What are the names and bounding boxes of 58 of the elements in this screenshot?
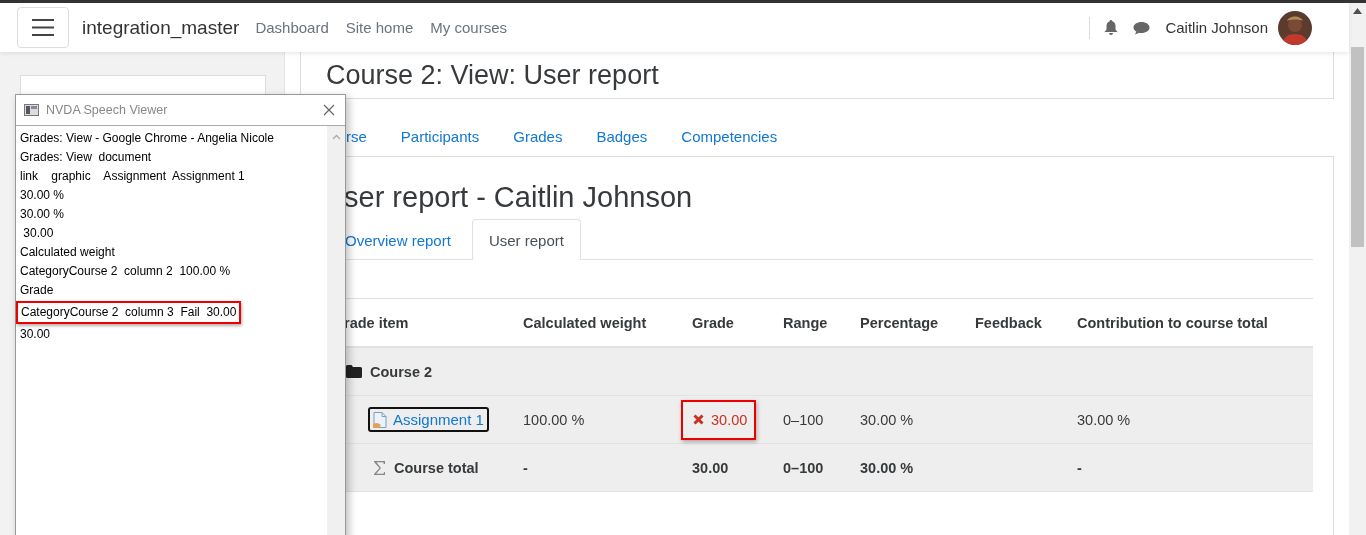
page-title: Course 2: View: User report (326, 59, 659, 91)
speech-line: 30.00 % (19, 206, 66, 223)
assignment-link[interactable]: Assignment 1 (368, 407, 489, 432)
column-header: Feedback (975, 314, 1042, 331)
document-icon (373, 411, 387, 428)
speech-line: Grades: View document (19, 149, 153, 166)
column-header: Calculated weight (523, 314, 647, 331)
site-name[interactable]: integration_master (82, 16, 240, 39)
folder-icon (346, 365, 362, 378)
column-header: Range (783, 314, 828, 331)
sigma-icon (373, 459, 386, 476)
chat-icon[interactable] (1133, 20, 1151, 35)
cross-icon (693, 414, 704, 425)
scrollbar[interactable] (327, 126, 345, 535)
speech-line: link graphic Assignment Assignment 1 (19, 168, 246, 185)
table-cell: 30.00 % (860, 411, 914, 428)
report-heading: ser report - Caitlin Johnson (344, 181, 694, 215)
speech-line: 30.00 % (19, 187, 66, 204)
speech-line: CategoryCourse 2 column 2 100.00 % (19, 263, 232, 280)
close-icon[interactable] (323, 104, 335, 116)
table-cell: 30.00 % (1077, 411, 1131, 428)
table-cell: 0–100 (783, 459, 824, 476)
course-nav-link[interactable]: Grades (513, 127, 563, 145)
window-icon (24, 104, 39, 116)
speech-line: Calculated weight (19, 244, 116, 261)
category-name: Course 2 (370, 363, 433, 380)
menu-button[interactable] (17, 7, 69, 48)
course-nav-link[interactable]: Competencies (681, 127, 778, 145)
table-cell: 30.00 (692, 459, 729, 476)
user-name[interactable]: Caitlin Johnson (1165, 19, 1268, 36)
table-cell: 100.00 % (523, 411, 585, 428)
speech-line: Grades: View - Google Chrome - Angelia Nicole (19, 130, 275, 147)
course-nav-link[interactable]: Badges (596, 127, 648, 145)
nav-link[interactable]: My courses (430, 19, 507, 36)
report-tab[interactable]: Overview report (342, 219, 468, 260)
column-header: Contribution to course total (1077, 314, 1268, 331)
table-cell: 0–100 (783, 411, 824, 428)
course-nav-link[interactable]: rse (346, 127, 367, 145)
course-nav-link[interactable]: Participants (400, 127, 480, 145)
window-title: NVDA Speech Viewer (46, 103, 169, 117)
menu-icon (32, 19, 54, 36)
nav-link[interactable]: Site home (345, 19, 414, 36)
grade-value: 30.00 (681, 399, 757, 440)
table-cell: - (523, 459, 528, 476)
column-header: Grade (692, 314, 734, 331)
total-label: Course total (394, 459, 479, 476)
speech-line: Grade (19, 282, 55, 299)
bell-icon[interactable] (1104, 20, 1119, 35)
report-tab[interactable]: User report (471, 219, 581, 260)
speech-line: 30.00 (22, 225, 55, 242)
nav-link[interactable]: Dashboard (255, 19, 329, 36)
avatar[interactable] (1278, 10, 1312, 45)
speech-line: 30.00 (19, 326, 52, 343)
table-cell: 30.00 % (860, 459, 914, 476)
scroll-up-icon[interactable] (1353, 8, 1362, 14)
scrollbar-thumb[interactable] (1351, 47, 1364, 247)
table-cell: - (1077, 459, 1082, 476)
column-header: Percentage (860, 314, 939, 331)
